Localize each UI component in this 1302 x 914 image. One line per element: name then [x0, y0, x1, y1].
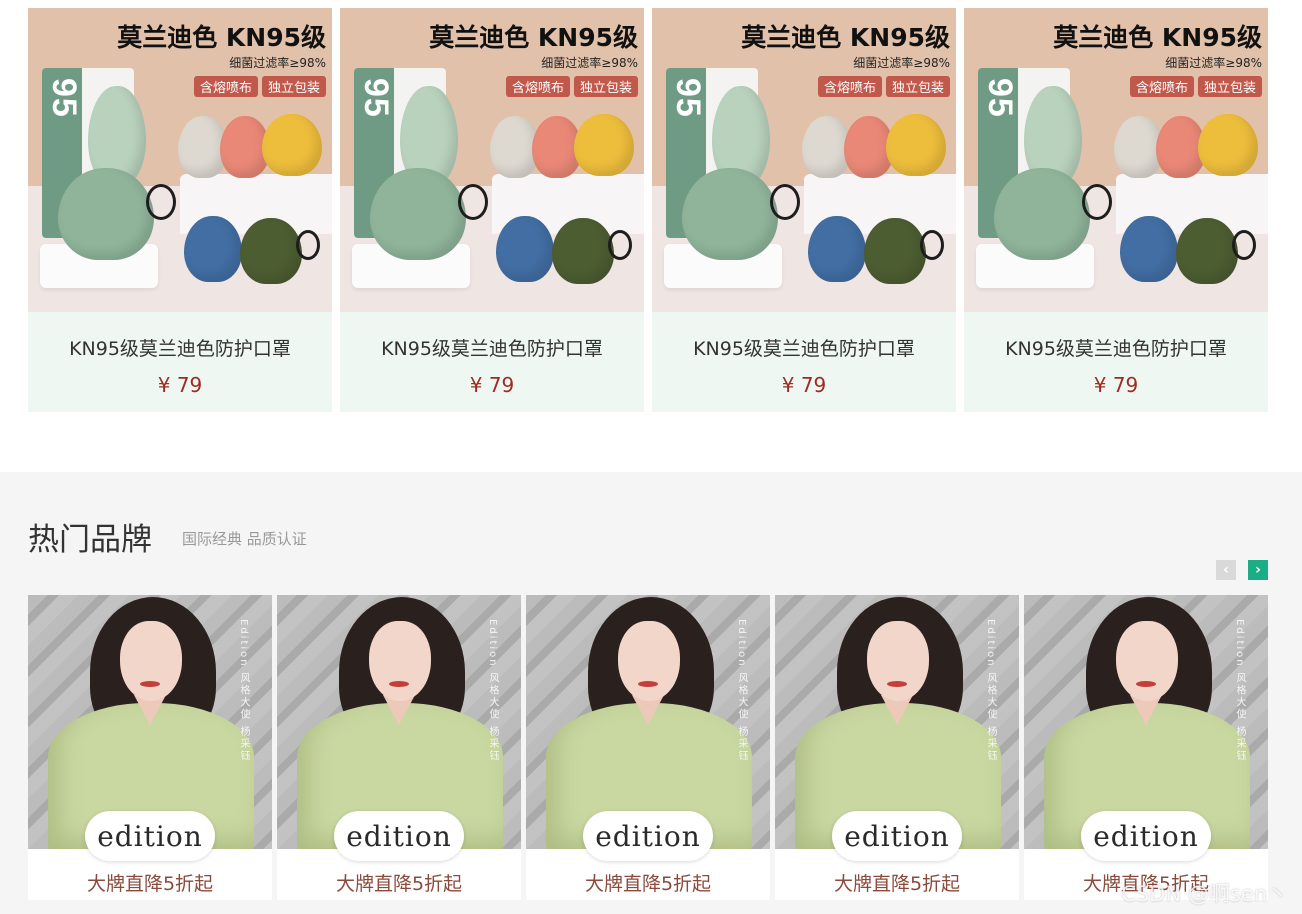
product-subline: 细菌过滤率≥98%	[229, 56, 326, 70]
package-mark: 95	[669, 78, 707, 118]
product-card[interactable]: 95 莫兰迪色 KN95级 细菌过滤率≥98% 含熔喷布 独立包装 KN95级莫…	[652, 8, 956, 412]
product-info: KN95级莫兰迪色防护口罩 ¥ 79	[340, 312, 644, 412]
brand-logo-text: edition	[844, 819, 950, 853]
chevron-right-icon: ›	[1255, 562, 1261, 578]
product-price: ¥ 79	[157, 373, 203, 397]
brand-vertical-text: Edition 风格大使 杨采钰	[985, 619, 996, 762]
product-name[interactable]: KN95级莫兰迪色防护口罩	[381, 334, 603, 361]
product-tags: 含熔喷布 独立包装	[817, 76, 950, 97]
product-tag: 含熔喷布	[193, 76, 258, 97]
product-name[interactable]: KN95级莫兰迪色防护口罩	[69, 334, 291, 361]
product-tags: 含熔喷布 独立包装	[193, 76, 326, 97]
brand-logo[interactable]: edition	[1081, 811, 1211, 861]
brand-vertical-text: Edition 风格大使 杨采钰	[1234, 619, 1245, 762]
brand-logo-text: edition	[595, 819, 701, 853]
brand-caption[interactable]: 大牌直降5折起	[526, 869, 770, 896]
watermark: CSDN @啊sen丶	[1121, 882, 1288, 906]
product-image[interactable]: 95 莫兰迪色 KN95级 细菌过滤率≥98% 含熔喷布 独立包装	[340, 8, 644, 312]
brand-logo[interactable]: edition	[583, 811, 713, 861]
brand-logo[interactable]: edition	[334, 811, 464, 861]
product-price: ¥ 79	[1093, 373, 1139, 397]
product-image[interactable]: 95 莫兰迪色 KN95级 细菌过滤率≥98% 含熔喷布 独立包装	[652, 8, 956, 312]
brand-caption[interactable]: 大牌直降5折起	[28, 869, 272, 896]
product-card[interactable]: 95 莫兰迪色 KN95级 细菌过滤率≥98% 含熔喷布 独立包装 KN95级莫…	[964, 8, 1268, 412]
product-headline: 莫兰迪色 KN95级	[429, 23, 638, 52]
page: 95 莫兰迪色 KN95级 细菌过滤率≥98% 含熔喷布 独立包装 KN95级莫…	[0, 0, 1302, 914]
product-info: KN95级莫兰迪色防护口罩 ¥ 79	[28, 312, 332, 412]
brand-logo-text: edition	[97, 819, 203, 853]
brand-card[interactable]: Edition 风格大使 杨采钰 edition 大牌直降5折起	[277, 595, 521, 900]
product-subline: 细菌过滤率≥98%	[1165, 56, 1262, 70]
brand-caption[interactable]: 大牌直降5折起	[277, 869, 521, 896]
brand-logo[interactable]: edition	[832, 811, 962, 861]
carousel-next-button[interactable]: ›	[1248, 560, 1268, 580]
brand-vertical-text: Edition 风格大使 杨采钰	[736, 619, 747, 762]
carousel-prev-button[interactable]: ‹	[1216, 560, 1236, 580]
product-tag: 独立包装	[1197, 76, 1262, 97]
product-tag: 含熔喷布	[817, 76, 882, 97]
package-mark: 95	[357, 78, 395, 118]
product-price: ¥ 79	[781, 373, 827, 397]
product-row: 95 莫兰迪色 KN95级 细菌过滤率≥98% 含熔喷布 独立包装 KN95级莫…	[28, 8, 1268, 412]
product-card[interactable]: 95 莫兰迪色 KN95级 细菌过滤率≥98% 含熔喷布 独立包装 KN95级莫…	[28, 8, 332, 412]
product-headline: 莫兰迪色 KN95级	[1053, 23, 1262, 52]
product-tags: 含熔喷布 独立包装	[1129, 76, 1262, 97]
brand-logo-text: edition	[1093, 819, 1199, 853]
product-tag: 含熔喷布	[505, 76, 570, 97]
brand-card[interactable]: Edition 风格大使 杨采钰 edition 大牌直降5折起	[526, 595, 770, 900]
product-tag: 含熔喷布	[1129, 76, 1194, 97]
product-price: ¥ 79	[469, 373, 515, 397]
product-name[interactable]: KN95级莫兰迪色防护口罩	[693, 334, 915, 361]
brand-vertical-text: Edition 风格大使 杨采钰	[238, 619, 249, 762]
product-card[interactable]: 95 莫兰迪色 KN95级 细菌过滤率≥98% 含熔喷布 独立包装 KN95级莫…	[340, 8, 644, 412]
package-mark: 95	[981, 78, 1019, 118]
chevron-left-icon: ‹	[1223, 562, 1229, 578]
brand-card[interactable]: Edition 风格大使 杨采钰 edition 大牌直降5折起	[775, 595, 1019, 900]
product-tags: 含熔喷布 独立包装	[505, 76, 638, 97]
product-subline: 细菌过滤率≥98%	[541, 56, 638, 70]
product-tag: 独立包装	[885, 76, 950, 97]
product-headline: 莫兰迪色 KN95级	[741, 23, 950, 52]
product-info: KN95级莫兰迪色防护口罩 ¥ 79	[652, 312, 956, 412]
product-name[interactable]: KN95级莫兰迪色防护口罩	[1005, 334, 1227, 361]
product-image[interactable]: 95 莫兰迪色 KN95级 细菌过滤率≥98% 含熔喷布 独立包装	[28, 8, 332, 312]
product-image[interactable]: 95 莫兰迪色 KN95级 细菌过滤率≥98% 含熔喷布 独立包装	[964, 8, 1268, 312]
brand-card[interactable]: Edition 风格大使 杨采钰 edition 大牌直降5折起	[28, 595, 272, 900]
brand-carousel: Edition 风格大使 杨采钰 edition 大牌直降5折起 Edition…	[28, 595, 1268, 900]
product-tag: 独立包装	[573, 76, 638, 97]
product-headline: 莫兰迪色 KN95级	[117, 23, 326, 52]
brand-caption[interactable]: 大牌直降5折起	[775, 869, 1019, 896]
brand-vertical-text: Edition 风格大使 杨采钰	[487, 619, 498, 762]
brand-logo-text: edition	[346, 819, 452, 853]
product-tag: 独立包装	[261, 76, 326, 97]
brand-section: 热门品牌 国际经典 品质认证 ‹ › Edition 风格大使 杨采钰 edit…	[0, 472, 1302, 914]
section-subtitle: 国际经典 品质认证	[182, 530, 307, 548]
product-info: KN95级莫兰迪色防护口罩 ¥ 79	[964, 312, 1268, 412]
package-mark: 95	[45, 78, 83, 118]
section-title: 热门品牌	[28, 522, 152, 558]
product-subline: 细菌过滤率≥98%	[853, 56, 950, 70]
brand-logo[interactable]: edition	[85, 811, 215, 861]
brand-card[interactable]: Edition 风格大使 杨采钰 edition 大牌直降5折起	[1024, 595, 1268, 900]
